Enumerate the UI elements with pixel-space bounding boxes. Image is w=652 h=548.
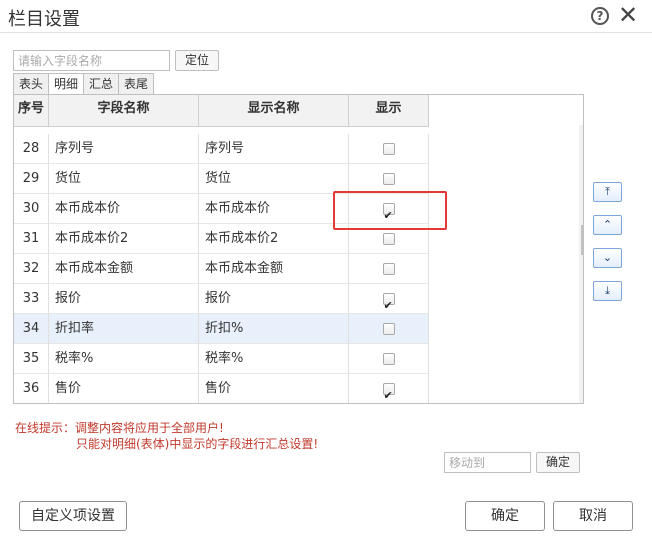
- help-icon[interactable]: ?: [591, 7, 609, 25]
- table-row[interactable]: 28 序列号 序列号: [14, 134, 429, 164]
- row-display-name[interactable]: 报价: [199, 284, 349, 314]
- row-field-name: 本币成本价: [49, 194, 199, 224]
- custom-items-settings-button[interactable]: 自定义项设置: [19, 501, 127, 531]
- field-search-input[interactable]: [13, 50, 170, 71]
- row-show-cell: [349, 344, 429, 374]
- row-field-name: 序列号: [49, 134, 199, 164]
- row-show-cell: [349, 134, 429, 164]
- table-row[interactable]: 34 折扣率 折扣%: [14, 314, 429, 344]
- row-field-name: 本币成本金额: [49, 254, 199, 284]
- scroll-thumb[interactable]: [581, 225, 583, 255]
- move-up-button[interactable]: ⌃: [593, 215, 622, 235]
- locate-button[interactable]: 定位: [175, 50, 219, 71]
- row-display-name[interactable]: 本币成本价2: [199, 224, 349, 254]
- show-checkbox[interactable]: [382, 381, 395, 403]
- tab-header[interactable]: 表头: [13, 73, 50, 94]
- move-to-bottom-button[interactable]: ⤓: [593, 281, 622, 301]
- row-show-cell: [349, 374, 429, 403]
- row-show-cell: [349, 314, 429, 344]
- row-field-name: 报价: [49, 284, 199, 314]
- tab-footer[interactable]: 表尾: [118, 73, 155, 94]
- row-show-cell: [349, 254, 429, 284]
- table-row[interactable]: 29 货位 货位: [14, 164, 429, 194]
- hint-line-2: 只能对明细(表体)中显示的字段进行汇总设置!: [76, 437, 319, 451]
- row-index: 34: [14, 314, 49, 344]
- header-display-name: 显示名称: [199, 95, 349, 127]
- row-display-name[interactable]: 货位: [199, 164, 349, 194]
- header-field-name: 字段名称: [49, 95, 199, 127]
- move-to-confirm-button[interactable]: 确定: [536, 452, 580, 473]
- table-row[interactable]: 33 报价 报价: [14, 284, 429, 314]
- row-index: 28: [14, 134, 49, 164]
- table-row[interactable]: 32 本币成本金额 本币成本金额: [14, 254, 429, 284]
- move-to-top-button[interactable]: ⤒: [593, 182, 622, 202]
- scroll-up-arrow-icon[interactable]: ▲: [579, 125, 583, 140]
- row-display-name[interactable]: 本币成本价: [199, 194, 349, 224]
- row-index: 31: [14, 224, 49, 254]
- row-index: 32: [14, 254, 49, 284]
- ok-button[interactable]: 确定: [465, 501, 545, 531]
- row-field-name: 税率%: [49, 344, 199, 374]
- scroll-down-arrow-icon[interactable]: ▼: [579, 388, 583, 403]
- hint-line-1: 在线提示：调整内容将应用于全部用户!: [15, 421, 224, 435]
- highlight-annotation-box: [333, 191, 447, 230]
- show-checkbox[interactable]: [382, 291, 395, 314]
- row-display-name[interactable]: 序列号: [199, 134, 349, 164]
- row-field-name: 本币成本价2: [49, 224, 199, 254]
- show-checkbox[interactable]: [382, 143, 395, 155]
- row-show-cell: [349, 284, 429, 314]
- row-index: 35: [14, 344, 49, 374]
- row-index: 29: [14, 164, 49, 194]
- move-down-button[interactable]: ⌄: [593, 248, 622, 268]
- tab-bar: 表头 明细 汇总 表尾: [13, 73, 155, 95]
- show-checkbox[interactable]: [382, 323, 395, 335]
- cancel-button[interactable]: 取消: [553, 501, 633, 531]
- table-row[interactable]: 36 售价 售价: [14, 374, 429, 403]
- header-index: 序号: [14, 95, 49, 127]
- row-show-cell: [349, 164, 429, 194]
- row-index: 30: [14, 194, 49, 224]
- row-display-name[interactable]: 售价: [199, 374, 349, 403]
- tab-detail[interactable]: 明细: [48, 73, 85, 95]
- show-checkbox[interactable]: [382, 353, 395, 365]
- grid-rows: 28序列号序列号29货位货位30本币成本价本币成本价31本币成本价2本币成本价2…: [14, 134, 429, 403]
- header-show: 显示: [349, 95, 429, 127]
- table-row[interactable]: 35 税率% 税率%: [14, 344, 429, 374]
- row-index: 36: [14, 374, 49, 403]
- row-display-name[interactable]: 本币成本金额: [199, 254, 349, 284]
- show-checkbox[interactable]: [382, 263, 395, 275]
- row-field-name: 售价: [49, 374, 199, 403]
- column-settings-grid: 序号 字段名称 显示名称 显示 28 序列号 序列号 29 货位 货位 30 本币成本价 本币成…: [13, 94, 584, 404]
- online-hint: 在线提示：调整内容将应用于全部用户! 只能对明细(表体)中显示的字段进行汇总设置…: [15, 420, 318, 452]
- row-display-name[interactable]: 折扣%: [199, 314, 349, 344]
- row-index: 33: [14, 284, 49, 314]
- tab-summary[interactable]: 汇总: [83, 73, 120, 94]
- grid-header-row: 序号 字段名称 显示名称 显示: [14, 95, 429, 127]
- show-checkbox[interactable]: [382, 233, 395, 245]
- close-icon[interactable]: ✕: [618, 3, 638, 27]
- window-title: 栏目设置: [8, 9, 80, 30]
- title-bar: 栏目设置 ? ✕: [0, 0, 652, 33]
- show-checkbox[interactable]: [382, 173, 395, 185]
- row-field-name: 货位: [49, 164, 199, 194]
- row-field-name: 折扣率: [49, 314, 199, 344]
- row-display-name[interactable]: 税率%: [199, 344, 349, 374]
- move-to-input[interactable]: [444, 452, 531, 473]
- vertical-scrollbar[interactable]: ▲ ▼: [579, 125, 583, 403]
